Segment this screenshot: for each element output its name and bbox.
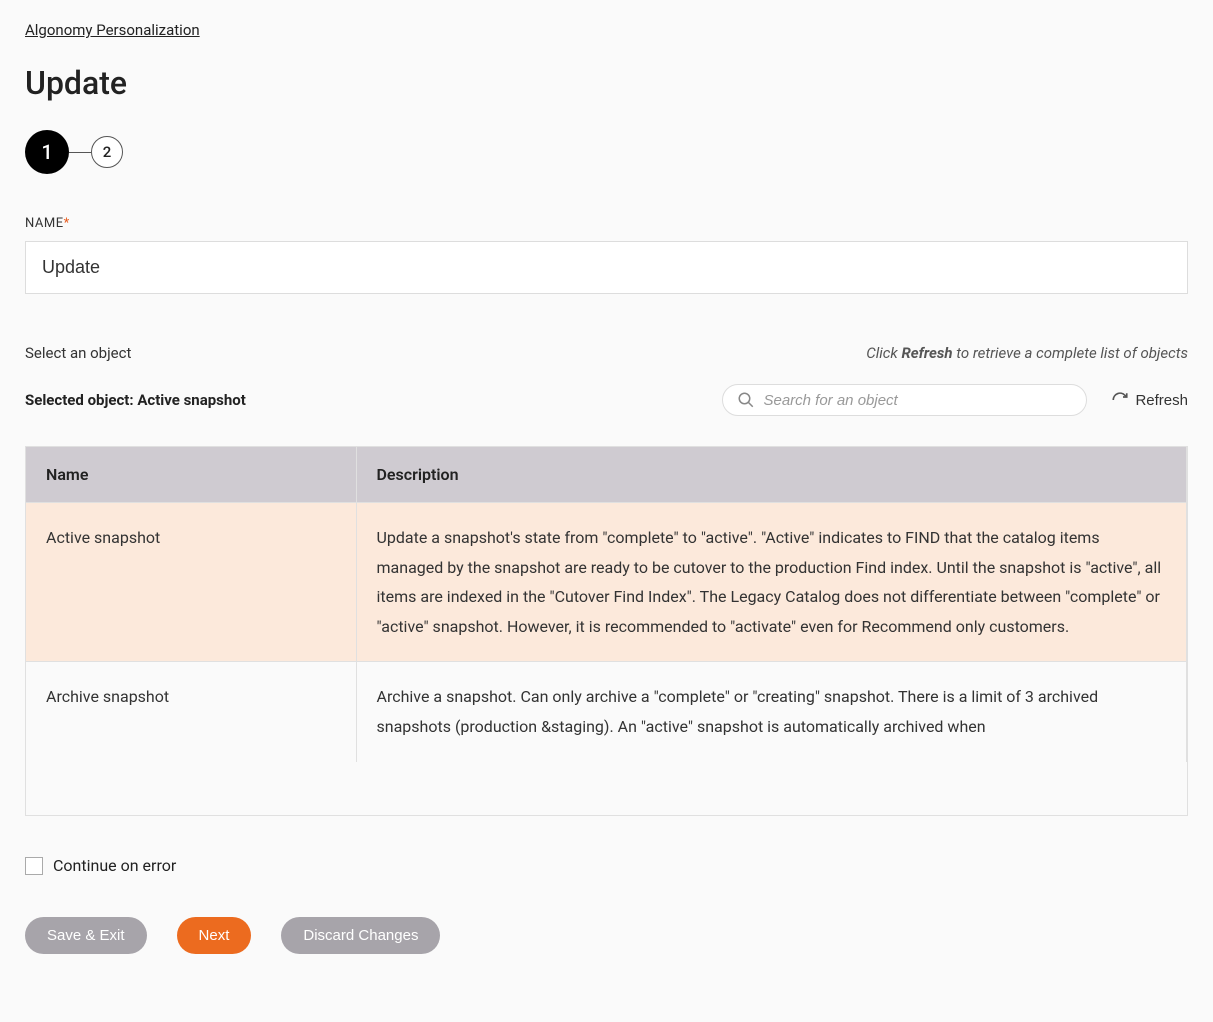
- page-title: Update: [25, 64, 1188, 102]
- select-object-label: Select an object: [25, 344, 131, 362]
- search-icon: [737, 391, 755, 409]
- step-1[interactable]: 1: [25, 130, 69, 174]
- search-box[interactable]: [722, 384, 1087, 416]
- table-row[interactable]: Active snapshot Update a snapshot's stat…: [26, 503, 1187, 662]
- discard-button[interactable]: Discard Changes: [281, 917, 440, 954]
- refresh-hint: Click Refresh to retrieve a complete lis…: [866, 344, 1188, 362]
- col-name: Name: [26, 447, 356, 503]
- table-scroll[interactable]: Name Description Active snapshot Update …: [26, 447, 1187, 815]
- cell-name: Archive snapshot: [26, 662, 356, 762]
- object-table: Name Description Active snapshot Update …: [25, 446, 1188, 816]
- refresh-label: Refresh: [1135, 392, 1188, 409]
- continue-on-error-checkbox[interactable]: [25, 857, 43, 875]
- save-exit-button[interactable]: Save & Exit: [25, 917, 147, 954]
- cell-description: Archive a snapshot. Can only archive a "…: [356, 662, 1187, 762]
- selected-object-label: Selected object: Active snapshot: [25, 391, 246, 409]
- refresh-button[interactable]: Refresh: [1111, 391, 1188, 409]
- stepper: 1 2: [25, 130, 1188, 174]
- refresh-icon: [1111, 391, 1129, 409]
- table-row[interactable]: Archive snapshot Archive a snapshot. Can…: [26, 662, 1187, 762]
- cell-description: Update a snapshot's state from "complete…: [356, 503, 1187, 662]
- step-2[interactable]: 2: [91, 136, 123, 168]
- step-connector: [69, 152, 91, 153]
- name-input[interactable]: [25, 241, 1188, 294]
- search-input[interactable]: [763, 392, 1072, 409]
- next-button[interactable]: Next: [177, 917, 252, 954]
- continue-on-error-label[interactable]: Continue on error: [53, 856, 176, 875]
- col-description: Description: [356, 447, 1187, 503]
- cell-name: Active snapshot: [26, 503, 356, 662]
- breadcrumb[interactable]: Algonomy Personalization: [25, 21, 200, 39]
- name-label: NAME*: [25, 216, 1188, 231]
